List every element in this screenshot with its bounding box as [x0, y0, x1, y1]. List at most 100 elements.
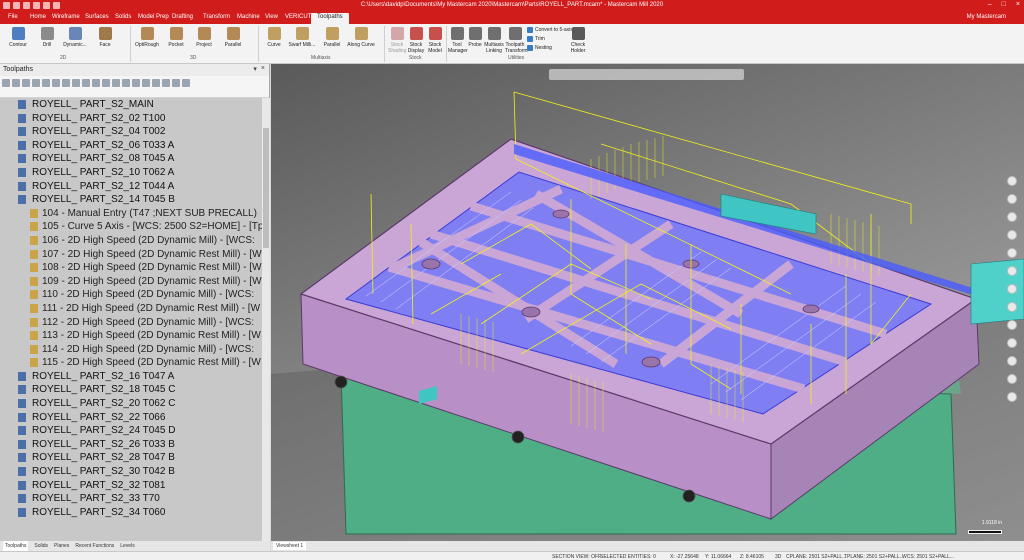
single-display-icon[interactable] [172, 79, 180, 87]
section-view-status[interactable]: SECTION VIEW: OFF [552, 554, 601, 560]
post-icon[interactable] [72, 79, 80, 87]
section-view-icon[interactable] [1007, 392, 1017, 402]
maximize-button[interactable]: □ [1002, 1, 1006, 8]
optirough-button[interactable]: OptiRough [134, 27, 160, 53]
tab-model-prep[interactable]: Model Prep [138, 14, 169, 20]
zoom-fit-icon[interactable] [1007, 176, 1017, 186]
tab-vericut[interactable]: VERICUT [285, 14, 311, 20]
toolpath-group[interactable]: ROYELL_ PART_S2_06 T033 A [0, 139, 262, 153]
tab-toolpaths-manager[interactable]: Toolpaths [3, 541, 29, 551]
toolpath-group[interactable]: ROYELL_ PART_S2_08 T045 A [0, 152, 262, 166]
parallel-multiaxis-button[interactable]: Parallel [321, 27, 343, 53]
wcs-status[interactable]: WCS: 2501 S2+PALL... [902, 554, 954, 560]
zoom-in-icon[interactable] [1007, 194, 1017, 204]
project-button[interactable]: Project [193, 27, 215, 53]
curve-button[interactable]: Curve [264, 27, 284, 53]
right-view-icon[interactable] [1007, 320, 1017, 330]
simulate-icon[interactable] [62, 79, 70, 87]
tab-file[interactable]: File [8, 14, 18, 20]
toolpath-group[interactable]: ROYELL_ PART_S2_26 T033 B [0, 438, 262, 452]
drill-button[interactable]: Drill [36, 27, 58, 53]
toolpath-group[interactable]: ROYELL_ PART_S2_24 T045 D [0, 424, 262, 438]
toolpath-operation[interactable]: 109 - 2D High Speed (2D Dynamic Rest Mil… [0, 275, 262, 289]
toggle-display-icon[interactable] [112, 79, 120, 87]
parallel-3d-button[interactable]: Parallel [222, 27, 244, 53]
tab-drafting[interactable]: Drafting [172, 14, 193, 20]
regenerate-dirty-icon[interactable] [32, 79, 40, 87]
backplot-icon[interactable] [42, 79, 50, 87]
pan-icon[interactable] [1007, 248, 1017, 258]
high-feed-icon[interactable] [82, 79, 90, 87]
toolpath-group[interactable]: ROYELL_ PART_S2_10 T062 A [0, 166, 262, 180]
tab-toolpaths[interactable]: Toolpaths [311, 13, 349, 24]
toolpath-group[interactable]: ROYELL_ PART_S2_20 T062 C [0, 397, 262, 411]
stock-shading-button[interactable]: Stock Shading [388, 27, 406, 54]
toolpath-group[interactable]: ROYELL_ PART_S2_18 T045 C [0, 383, 262, 397]
trim-item[interactable]: Trim [527, 36, 545, 42]
tab-recent-functions[interactable]: Recent Functions [75, 541, 114, 551]
tab-machine[interactable]: Machine [237, 14, 260, 20]
toolpath-group[interactable]: ROYELL_ PART_S2_28 T047 B [0, 451, 262, 465]
toolpath-operation[interactable]: 111 - 2D High Speed (2D Dynamic Rest Mil… [0, 302, 262, 316]
view-toolbar[interactable] [549, 69, 744, 80]
select-failed-icon[interactable] [12, 79, 20, 87]
toolpath-group[interactable]: ROYELL_ PART_S2_34 T060 [0, 506, 262, 520]
toolpath-transform-button[interactable]: Toolpath Transform [505, 27, 528, 54]
nesting-item[interactable]: Nesting [527, 45, 552, 51]
move-up-icon[interactable] [142, 79, 150, 87]
insert-arrow-icon[interactable] [152, 79, 160, 87]
toolpath-operation[interactable]: 115 - 2D High Speed (2D Dynamic Rest Mil… [0, 356, 262, 370]
graphics-viewport[interactable]: 1.9118 in [271, 64, 1024, 541]
toolpath-operation[interactable]: 114 - 2D High Speed (2D Dynamic Mill) - … [0, 343, 262, 357]
scroll-to-insert-icon[interactable] [162, 79, 170, 87]
along-curve-button[interactable]: Along Curve [346, 27, 376, 53]
tab-solids-manager[interactable]: Solids [34, 541, 48, 551]
tab-transform[interactable]: Transform [203, 14, 230, 20]
minimize-button[interactable]: – [988, 1, 992, 8]
tree-scrollbar[interactable] [262, 98, 270, 541]
front-view-icon[interactable] [1007, 302, 1017, 312]
toolpath-operation[interactable]: 113 - 2D High Speed (2D Dynamic Rest Mil… [0, 329, 262, 343]
multiaxis-linking-button[interactable]: Multiaxis Linking [484, 27, 504, 54]
toolpath-operation[interactable]: 110 - 2D High Speed (2D Dynamic Mill) - … [0, 288, 262, 302]
toolpath-group[interactable]: ROYELL_ PART_S2_22 T066 [0, 411, 262, 425]
toolpath-group[interactable]: ROYELL_ PART_S2_12 T044 A [0, 180, 262, 194]
tab-surfaces[interactable]: Surfaces [85, 14, 109, 20]
toolpath-group[interactable]: ROYELL_ PART_S2_30 T042 B [0, 465, 262, 479]
toolpath-group[interactable]: ROYELL_ PART_S2_04 T002 [0, 125, 262, 139]
select-all-icon[interactable] [2, 79, 10, 87]
top-view-icon[interactable] [1007, 284, 1017, 294]
tab-view[interactable]: View [265, 14, 278, 20]
tab-home[interactable]: Home [30, 14, 46, 20]
zoom-out-icon[interactable] [1007, 212, 1017, 222]
toolpath-operation[interactable]: 112 - 2D High Speed (2D Dynamic Mill) - … [0, 316, 262, 330]
tool-manager-button[interactable]: Tool Manager [448, 27, 468, 54]
pin-icon[interactable]: ▾ [253, 65, 257, 73]
convert-5axis-item[interactable]: Convert to 5-axis [527, 27, 573, 33]
delete-icon[interactable] [92, 79, 100, 87]
toolpath-group[interactable]: ROYELL_ PART_S2_14 T045 B [0, 193, 262, 207]
wireframe-icon[interactable] [1007, 356, 1017, 366]
stock-display-button[interactable]: Stock Display [407, 27, 425, 54]
scrollbar-thumb[interactable] [263, 128, 269, 248]
iso-view-icon[interactable] [1007, 266, 1017, 276]
swarf-milling-button[interactable]: Swarf Milli... [288, 27, 316, 53]
toolpath-operation[interactable]: 108 - 2D High Speed (2D Dynamic Rest Mil… [0, 261, 262, 275]
toolpath-group[interactable]: ROYELL_ PART_S2_MAIN [0, 98, 262, 112]
toolpath-operation[interactable]: 107 - 2D High Speed (2D Dynamic Rest Mil… [0, 248, 262, 262]
probe-button[interactable]: Probe [467, 27, 483, 53]
pocket-button[interactable]: Pocket [166, 27, 186, 53]
lock-icon[interactable] [102, 79, 110, 87]
viewsheet-tab[interactable]: Viewsheet 1 [273, 542, 307, 550]
dynamic-mill-button[interactable]: Dynamic... [62, 27, 88, 53]
toolpath-group[interactable]: ROYELL_ PART_S2_33 T70 [0, 492, 262, 506]
toggle-post-icon[interactable] [122, 79, 130, 87]
tab-planes-manager[interactable]: Planes [54, 541, 69, 551]
toolpath-group[interactable]: ROYELL_ PART_S2_16 T047 A [0, 370, 262, 384]
close-button[interactable]: × [1016, 1, 1020, 8]
stock-model-button[interactable]: Stock Model [426, 27, 444, 54]
face-button[interactable]: Face [94, 27, 116, 53]
check-holder-button[interactable]: Check Holder [568, 27, 588, 54]
toolpath-group[interactable]: ROYELL_ PART_S2_02 T100 [0, 112, 262, 126]
verify-icon[interactable] [52, 79, 60, 87]
